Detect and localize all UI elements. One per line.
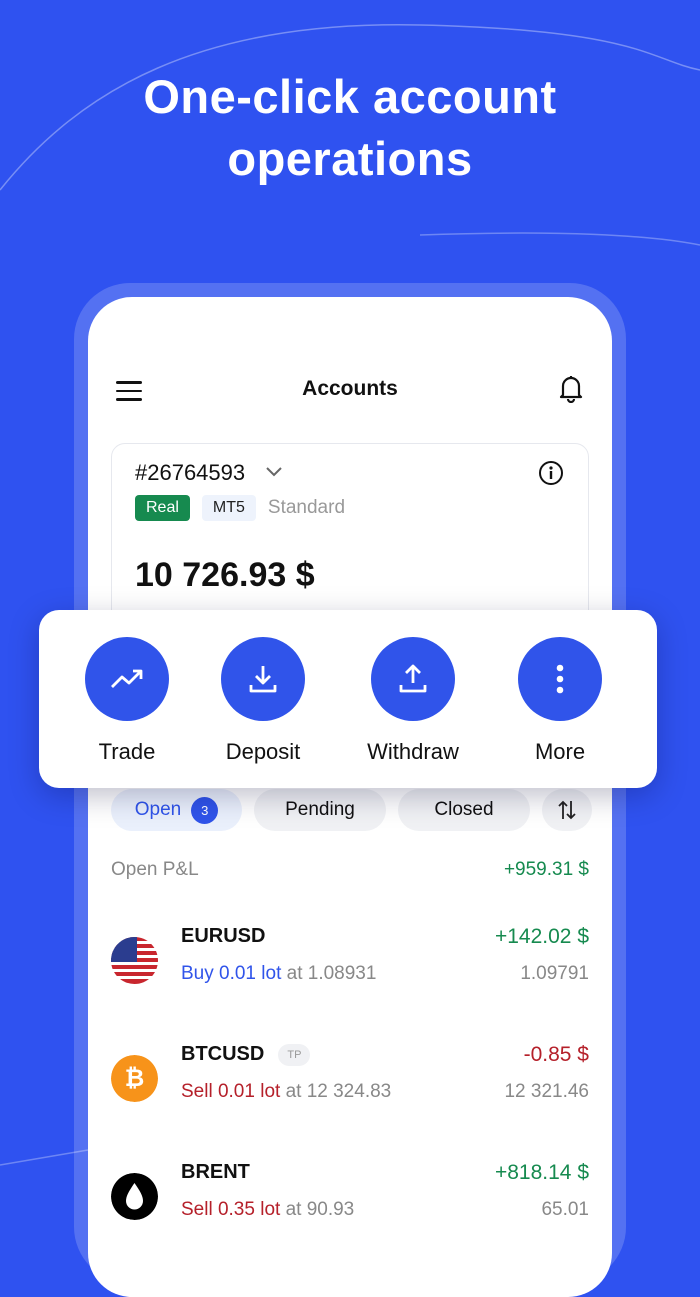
position-symbol: BRENT — [181, 1161, 250, 1183]
open-count-badge: 3 — [191, 796, 219, 824]
chevron-down-icon[interactable] — [265, 466, 283, 478]
trade-button[interactable]: Trade — [62, 637, 192, 765]
position-row[interactable]: ₿ BTCUSD TP Sell 0.01 lot at 12 324.83 -0… — [111, 1043, 589, 1113]
sort-icon — [558, 800, 576, 820]
sort-button[interactable] — [542, 789, 592, 831]
withdraw-button[interactable]: Withdraw — [348, 637, 478, 765]
position-price: 65.01 — [541, 1199, 589, 1220]
position-side: Sell 0.01 lot — [181, 1081, 281, 1102]
more-vertical-icon — [556, 664, 564, 694]
bitcoin-icon: ₿ — [111, 1055, 158, 1102]
oil-drop-icon — [111, 1173, 158, 1220]
account-number[interactable]: #26764593 — [135, 460, 245, 486]
trend-up-icon — [111, 669, 143, 688]
page-title: Accounts — [302, 377, 398, 400]
bell-icon[interactable] — [558, 373, 584, 403]
open-pnl: Open P&L +959.31 $ — [111, 859, 589, 880]
position-price: 1.09791 — [520, 963, 589, 984]
position-row[interactable]: BRENT Sell 0.35 lot at 90.93 +818.14 $ 6… — [111, 1161, 589, 1231]
account-kind: Standard — [267, 497, 346, 518]
position-tabs: Open 3 Pending Closed — [111, 789, 592, 831]
headline: One-click account operations — [143, 70, 557, 185]
top-bar: Accounts — [88, 367, 612, 413]
position-pl: +818.14 $ — [494, 1161, 589, 1184]
svg-text:₿: ₿ — [125, 1065, 145, 1092]
account-tags: Real MT5 Standard — [135, 495, 345, 521]
deposit-button[interactable]: Deposit — [198, 637, 328, 765]
quick-actions-panel: Trade Deposit Withdraw More — [39, 610, 657, 788]
download-icon — [249, 666, 277, 693]
position-row[interactable]: EURUSD Buy 0.01 lot at 1.08931 +142.02 $… — [111, 925, 589, 995]
position-symbol: EURUSD — [181, 925, 266, 947]
more-button[interactable]: More — [495, 637, 625, 765]
info-icon[interactable] — [538, 460, 564, 486]
tab-closed[interactable]: Closed — [398, 789, 530, 831]
position-pl: -0.85 $ — [523, 1043, 589, 1066]
real-badge: Real — [135, 495, 190, 521]
upload-icon — [399, 664, 427, 693]
phone-screen: Accounts #26764593 Real MT5 Standard 10 … — [88, 297, 612, 1297]
position-side: Sell 0.35 lot — [181, 1199, 281, 1220]
us-flag-icon — [111, 937, 158, 984]
position-price: 12 321.46 — [504, 1081, 589, 1102]
position-symbol: BTCUSD TP — [181, 1043, 311, 1066]
position-pl: +142.02 $ — [494, 925, 589, 948]
position-side: Buy 0.01 lot — [181, 963, 282, 984]
tab-open[interactable]: Open 3 — [111, 789, 242, 831]
tab-pending[interactable]: Pending — [254, 789, 386, 831]
tp-badge: TP — [278, 1043, 311, 1066]
platform-badge: MT5 — [201, 495, 256, 521]
account-balance: 10 726.93 $ — [135, 556, 315, 594]
